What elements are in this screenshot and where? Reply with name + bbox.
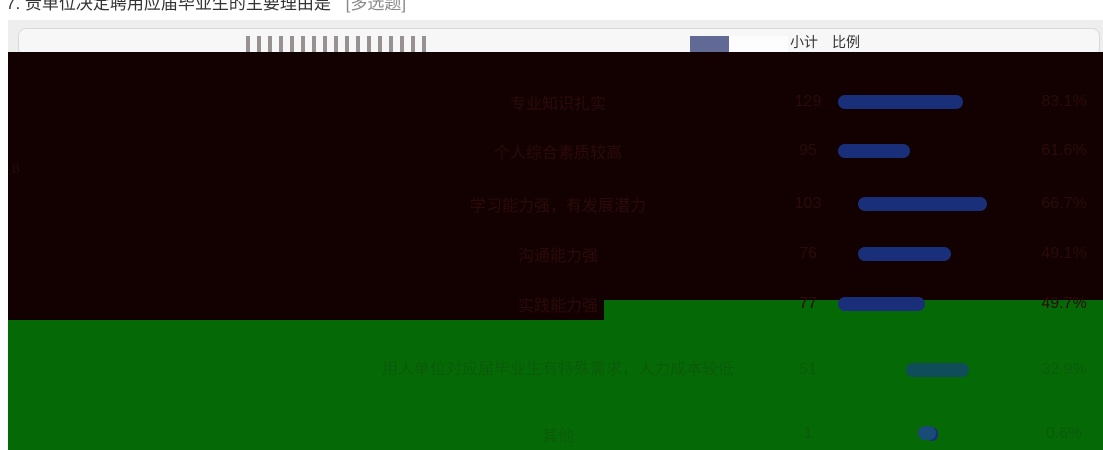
survey-result-page: 7. 贵单位决定聘用应届毕业生的主要理由是 [多选题] 小计 比例 8 专业知识…: [0, 0, 1103, 450]
row-percent: 0.6%: [1045, 425, 1083, 442]
row-count: 95: [799, 142, 817, 159]
row-bar: [838, 334, 1008, 406]
table-row: 沟通能力强 76 49.1%: [8, 230, 1103, 278]
row-bar-fill: [838, 297, 925, 311]
row-bar: [838, 78, 1008, 126]
row-label: 其他: [541, 428, 574, 445]
table-row: 专业知识扎实 129 83.1%: [8, 78, 1103, 126]
row-bar-fill: [838, 144, 910, 158]
row-bar-fill: [858, 247, 951, 261]
row-percent: 32.9%: [1041, 361, 1087, 378]
row-percent: 83.1%: [1041, 93, 1087, 110]
question-text: 7. 贵单位决定聘用应届毕业生的主要理由是: [6, 0, 331, 13]
row-percent: 49.1%: [1041, 245, 1087, 262]
row-label: 实践能力强: [517, 298, 598, 315]
row-label: 用人单位对应届毕业生有特殊需求，人力成本较低: [381, 361, 734, 378]
row-bar-fill: [906, 363, 969, 377]
row-bar-fill: [838, 95, 963, 109]
table-row: 学习能力强，有发展潜力 103 66.7%: [8, 180, 1103, 228]
row-label: 沟通能力强: [517, 248, 598, 265]
row-count: 76: [799, 245, 817, 262]
header-percent: 比例: [832, 34, 860, 50]
row-label: 学习能力强，有发展潜力: [469, 198, 646, 215]
row-count: 51: [799, 361, 817, 378]
row-label: 个人综合素质较高: [493, 145, 622, 162]
table-row: 个人综合素质较高 95 61.6%: [8, 127, 1103, 175]
row-count: 1: [803, 425, 813, 442]
table-row: 其他 1 0.6%: [8, 410, 1103, 450]
row-count: 129: [794, 93, 822, 110]
row-bar-fill: [858, 197, 987, 211]
row-bar: [838, 180, 1008, 228]
row-bar: [838, 230, 1008, 278]
question-type-tag: [多选题]: [345, 0, 407, 13]
table-row: 用人单位对应届毕业生有特殊需求，人力成本较低 51 32.9%: [8, 334, 1103, 406]
row-bar: [838, 127, 1008, 175]
row-count: 77: [799, 295, 817, 312]
row-percent: 61.6%: [1041, 142, 1087, 159]
header-count: 小计: [790, 34, 818, 50]
table-row: 实践能力强 77 49.7%: [8, 280, 1103, 328]
row-bar: [838, 280, 1008, 328]
row-count: 103: [794, 195, 822, 212]
row-label: 专业知识扎实: [509, 96, 606, 113]
row-percent: 49.7%: [1041, 295, 1087, 312]
row-percent: 66.7%: [1041, 195, 1087, 212]
small-bar-dot: [918, 426, 936, 440]
question-title: 7. 贵单位决定聘用应届毕业生的主要理由是 [多选题]: [6, 0, 406, 16]
